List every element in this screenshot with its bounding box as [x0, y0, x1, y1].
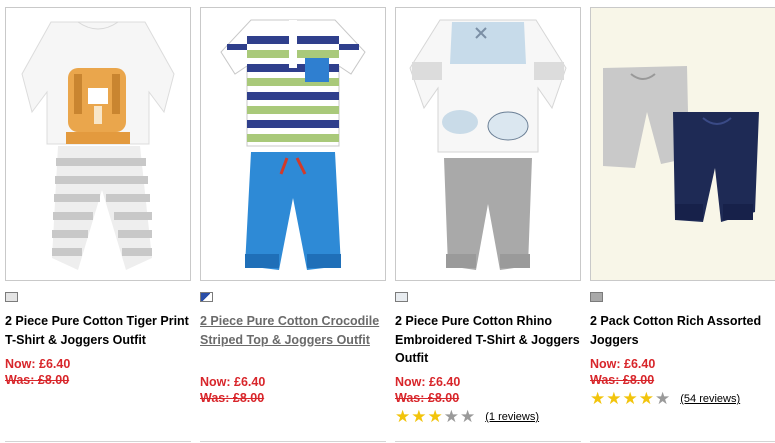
now-price: Now: £6.40 [590, 357, 656, 371]
product-title[interactable]: 2 Piece Pure Cotton Tiger Print T-Shirt … [5, 312, 195, 349]
product-image[interactable] [590, 7, 775, 281]
product-image[interactable] [200, 7, 386, 281]
product-card: 2 Piece Pure Cotton Rhino Embroidered T-… [395, 0, 581, 443]
star-icon: ★ [427, 407, 443, 426]
star-icon: ★ [606, 389, 622, 408]
was-price: Was: £8.00 [590, 373, 655, 387]
was-price: Was: £8.00 [200, 391, 265, 405]
divider [590, 441, 775, 442]
product-card: 2 Piece Pure Cotton Crocodile Striped To… [200, 0, 386, 443]
product-image[interactable] [5, 7, 191, 281]
star-icon: ★ [622, 389, 638, 408]
divider [200, 441, 386, 442]
star-icon: ★ [460, 407, 476, 426]
colour-swatch[interactable] [200, 292, 213, 302]
now-price: Now: £6.40 [5, 357, 71, 371]
product-title[interactable]: 2 Piece Pure Cotton Crocodile Striped To… [200, 312, 390, 349]
now-price: Now: £6.40 [395, 375, 461, 389]
star-icon: ★ [638, 389, 654, 408]
colour-swatch[interactable] [395, 292, 408, 302]
product-title[interactable]: 2 Piece Pure Cotton Rhino Embroidered T-… [395, 312, 585, 368]
star-rating: ★ ★ ★ ★ ★ (1 reviews) [395, 407, 539, 426]
product-card: 2 Piece Pure Cotton Tiger Print T-Shirt … [5, 0, 191, 443]
divider [395, 441, 581, 442]
star-icon: ★ [655, 389, 671, 408]
colour-swatch[interactable] [590, 292, 603, 302]
colour-swatch[interactable] [5, 292, 18, 302]
product-card: 2 Pack Cotton Rich Assorted Joggers Now:… [590, 0, 775, 443]
product-title[interactable]: 2 Pack Cotton Rich Assorted Joggers [590, 312, 775, 349]
reviews-link[interactable]: (54 reviews) [680, 393, 740, 405]
star-icon: ★ [443, 407, 459, 426]
star-icon: ★ [395, 407, 411, 426]
product-image[interactable] [395, 7, 581, 281]
now-price: Now: £6.40 [200, 375, 266, 389]
star-icon: ★ [411, 407, 427, 426]
was-price: Was: £8.00 [5, 373, 70, 387]
reviews-link[interactable]: (1 reviews) [485, 411, 539, 423]
star-rating: ★ ★ ★ ★ ★ (54 reviews) [590, 389, 740, 408]
divider [5, 441, 191, 442]
was-price: Was: £8.00 [395, 391, 460, 405]
star-icon: ★ [590, 389, 606, 408]
